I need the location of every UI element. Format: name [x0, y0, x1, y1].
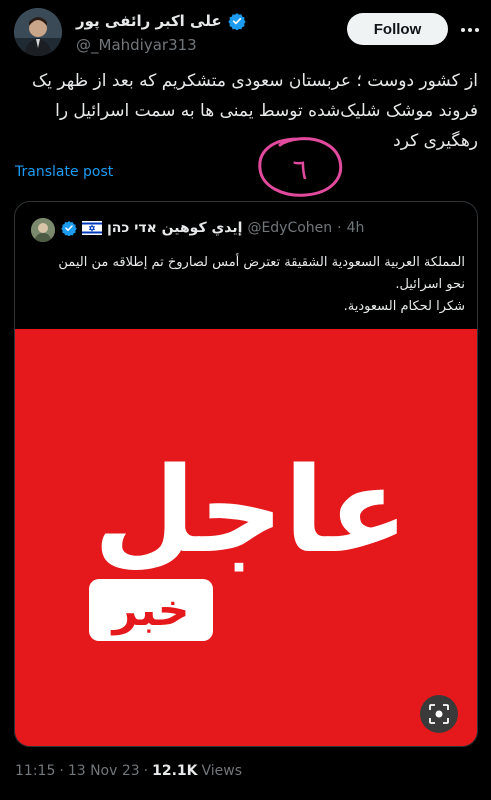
post-body-text: از کشور دوست ؛ عربستان سعودی متشکریم که … — [26, 71, 478, 151]
image-search-button[interactable] — [420, 695, 458, 733]
footer-separator: · — [143, 763, 149, 779]
quoted-separator: · — [337, 220, 342, 236]
verified-badge-icon — [227, 13, 246, 30]
quoted-author-avatar[interactable] — [31, 218, 55, 242]
news-tag-word: خبر — [110, 585, 189, 636]
verified-badge-icon — [61, 221, 77, 236]
quoted-post-text: المملكة العربية السعودية الشقيقة تعترض أ… — [27, 252, 465, 318]
handwritten-circle-annotation: ٦ — [258, 137, 343, 197]
quoted-text-line: نحو اسرائيل. — [395, 277, 465, 292]
quoted-text-line: المملكة العربية السعودية الشقيقة تعترض أ… — [58, 255, 465, 270]
quoted-time[interactable]: 4h — [347, 220, 365, 236]
quoted-post-image[interactable]: عاجل خبر — [15, 329, 477, 746]
views-count: 12.1K — [152, 763, 198, 779]
image-search-icon — [429, 704, 449, 724]
breaking-main-word: عاجل — [93, 441, 408, 579]
post-header: علی اکبر رائفی پور @_Mahdiyar313 Follow — [0, 0, 491, 62]
breaking-news-graphic: عاجل خبر — [15, 329, 477, 746]
author-avatar[interactable] — [14, 8, 62, 56]
follow-button[interactable]: Follow — [347, 13, 448, 45]
post-footer: 11:15 · 13 Nov 23 · 12.1K Views — [15, 763, 242, 779]
footer-separator: · — [59, 763, 64, 779]
annotation-number: ٦ — [292, 153, 307, 186]
post-date[interactable]: 13 Nov 23 — [68, 763, 140, 779]
quoted-handle[interactable]: @EdyCohen — [247, 220, 332, 236]
translate-post-link[interactable]: Translate post — [15, 164, 113, 180]
author-handle[interactable]: @_Mahdiyar313 — [76, 36, 197, 54]
profile-photo-icon — [31, 218, 55, 242]
views-label: Views — [201, 763, 243, 779]
profile-photo-icon — [14, 8, 62, 56]
quoted-post-card[interactable]: إيدي كوهين אדי כהן @EdyCohen · 4h المملك… — [14, 201, 478, 747]
author-display-name[interactable]: علی اکبر رائفی پور — [76, 12, 222, 30]
ellipsis-icon[interactable] — [460, 20, 480, 40]
quoted-display-name[interactable]: إيدي كوهين אדי כהן — [107, 220, 242, 236]
post-time[interactable]: 11:15 — [15, 763, 55, 779]
israel-flag-icon — [82, 221, 102, 235]
quoted-text-line: شكرا لحكام السعودية. — [343, 299, 465, 314]
quoted-author-row: إيدي كوهين אדי כהן @EdyCohen · 4h — [61, 220, 364, 236]
